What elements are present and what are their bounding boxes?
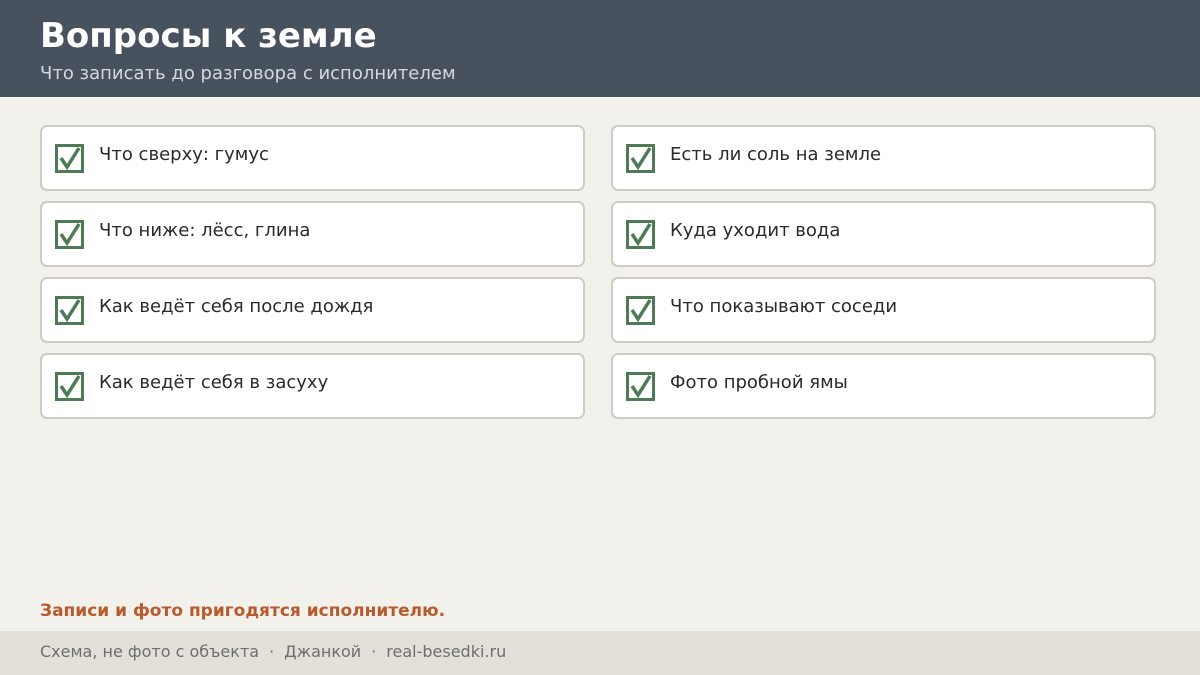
footer-separator: ·	[269, 642, 275, 661]
checklist-item-label: Есть ли соль на земле	[670, 144, 882, 165]
checklist-item: Что сверху: гумус	[40, 125, 585, 191]
checklist-item: Есть ли соль на земле	[611, 125, 1156, 191]
checkbox-checked-icon	[626, 144, 655, 173]
checklist-item: Как ведёт себя после дождя	[40, 277, 585, 343]
checklist-item: Фото пробной ямы	[611, 353, 1156, 419]
page: Вопросы к земле Что записать до разговор…	[0, 0, 1200, 675]
footer-caption: Схема, не фото с объекта	[40, 642, 260, 661]
checklist-item-label: Куда уходит вода	[670, 220, 841, 241]
footer-city: Джанкой	[284, 642, 362, 661]
checkbox-checked-icon	[626, 372, 655, 401]
checkbox-checked-icon	[55, 144, 84, 173]
checklist-item: Что ниже: лёсс, глина	[40, 201, 585, 267]
checklist-item: Куда уходит вода	[611, 201, 1156, 267]
checkbox-checked-icon	[55, 372, 84, 401]
footer-separator: ·	[371, 642, 377, 661]
checkbox-checked-icon	[55, 296, 84, 325]
checkbox-checked-icon	[55, 220, 84, 249]
footer-text: Схема, не фото с объекта · Джанкой · real-be…	[40, 641, 506, 663]
checkbox-checked-icon	[626, 220, 655, 249]
checklist-item-label: Как ведёт себя в засуху	[99, 372, 329, 393]
checklist-item-label: Что сверху: гумус	[99, 144, 269, 165]
footer: Схема, не фото с объекта · Джанкой · real-be…	[0, 631, 1200, 675]
checklist-item: Как ведёт себя в засуху	[40, 353, 585, 419]
checklist: Что сверху: гумус Есть ли соль на земле …	[40, 125, 1156, 419]
checklist-item-label: Что ниже: лёсс, глина	[99, 220, 311, 241]
note-text: Записи и фото пригодятся исполнителю.	[40, 601, 446, 621]
checklist-item: Что показывают соседи	[611, 277, 1156, 343]
page-title: Вопросы к земле	[40, 16, 377, 56]
page-subtitle: Что записать до разговора с исполнителем	[40, 63, 456, 84]
checklist-item-label: Как ведёт себя после дождя	[99, 296, 374, 317]
header: Вопросы к земле Что записать до разговор…	[0, 0, 1200, 97]
checkbox-checked-icon	[626, 296, 655, 325]
checklist-item-label: Что показывают соседи	[670, 296, 898, 317]
checklist-item-label: Фото пробной ямы	[670, 372, 848, 393]
footer-site: real-besedki.ru	[386, 642, 507, 661]
